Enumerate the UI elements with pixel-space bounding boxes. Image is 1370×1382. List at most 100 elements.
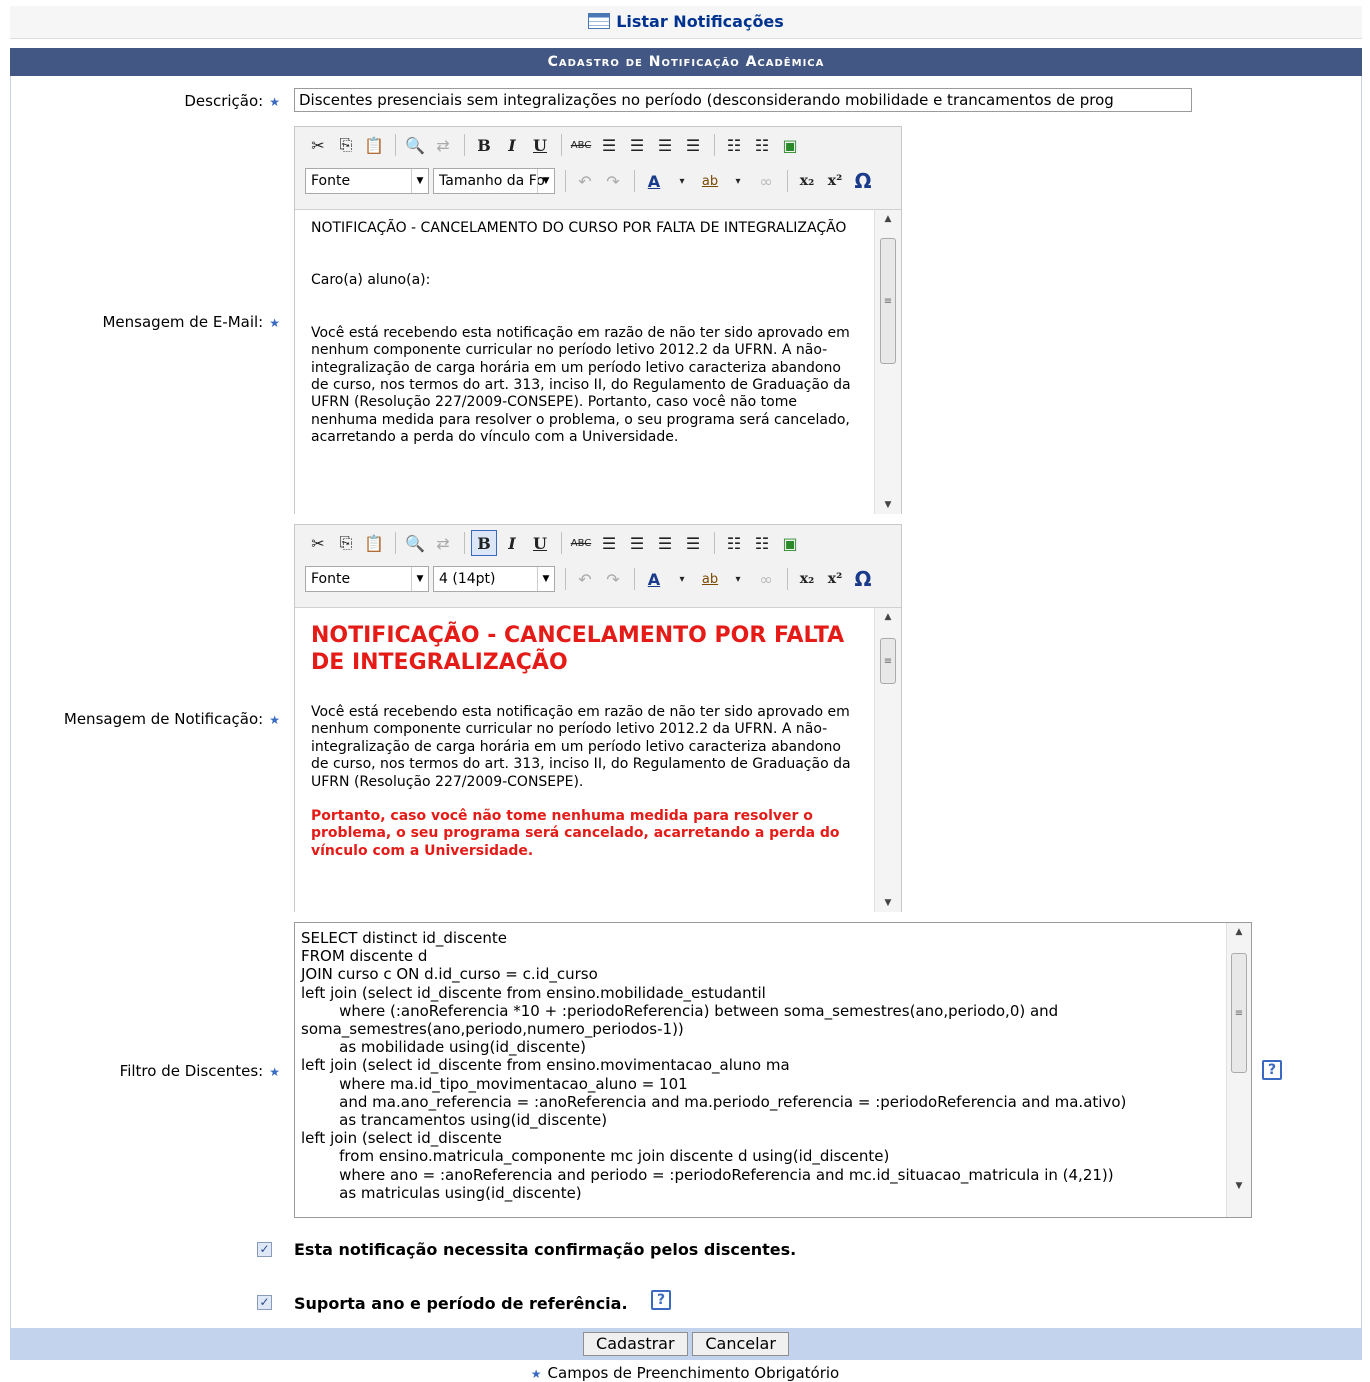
superscript-icon[interactable]: x² bbox=[822, 566, 848, 592]
align-center-icon[interactable]: ☰ bbox=[624, 132, 650, 158]
cut-icon[interactable]: ✂ bbox=[305, 530, 331, 556]
paste-icon[interactable]: 📋 bbox=[361, 530, 387, 556]
strikethrough-icon[interactable]: ABC bbox=[568, 530, 594, 556]
email-greeting: Caro(a) aluno(a): bbox=[311, 272, 431, 289]
link-icon[interactable]: ∞ bbox=[753, 566, 779, 592]
notification-message-label: Mensagem de Notificação: ★ bbox=[63, 710, 280, 728]
notification-body-text: NOTIFICAÇÃO - CANCELAMENTO POR FALTA DE … bbox=[311, 622, 859, 860]
form-caption: Cadastro de Notificação Acadêmica bbox=[10, 48, 1362, 76]
special-char-icon[interactable]: Ω bbox=[850, 566, 876, 592]
underline-icon[interactable]: U bbox=[527, 132, 553, 158]
dropdown-arrow-icon[interactable]: ▾ bbox=[725, 566, 751, 592]
numbered-list-icon[interactable]: ☷ bbox=[749, 530, 775, 556]
bold-icon[interactable]: B bbox=[471, 530, 497, 556]
email-body-text: NOTIFICAÇÃO - CANCELAMENTO DO CURSO POR … bbox=[311, 220, 859, 447]
required-star-icon: ★ bbox=[530, 1367, 542, 1381]
toolbar-separator bbox=[787, 170, 788, 192]
dropdown-arrow-icon[interactable]: ▾ bbox=[725, 168, 751, 194]
scroll-down-icon[interactable]: ▼ bbox=[875, 496, 901, 514]
email-editor: ✂ ⎘ 📋 🔍 ⇄ B I U ABC ☰ ☰ ☰ ☰ ☷ ☷ ▣ Fonte ▼… bbox=[294, 126, 902, 514]
toolbar-separator bbox=[787, 568, 788, 590]
notification-editor-content[interactable]: NOTIFICAÇÃO - CANCELAMENTO POR FALTA DE … bbox=[295, 607, 901, 912]
toolbar-separator bbox=[561, 134, 562, 156]
align-left-icon[interactable]: ☰ bbox=[596, 132, 622, 158]
vertical-scrollbar[interactable]: ▲ ≡ ▼ bbox=[874, 210, 901, 514]
undo-icon[interactable]: ↶ bbox=[572, 168, 598, 194]
scroll-down-icon[interactable]: ▼ bbox=[1227, 1177, 1251, 1195]
copy-icon[interactable]: ⎘ bbox=[333, 132, 359, 158]
font-size-select[interactable]: Tamanho da Fo ▼ bbox=[433, 168, 555, 194]
cut-icon[interactable]: ✂ bbox=[305, 132, 331, 158]
align-justify-icon[interactable]: ☰ bbox=[680, 132, 706, 158]
reference-period-checkbox[interactable]: ✓ bbox=[257, 1295, 272, 1310]
bullet-list-icon[interactable]: ☷ bbox=[721, 530, 747, 556]
redo-icon[interactable]: ↷ bbox=[600, 566, 626, 592]
align-center-icon[interactable]: ☰ bbox=[624, 530, 650, 556]
font-color-icon[interactable]: A bbox=[641, 168, 667, 194]
reference-period-checkbox-label: Suporta ano e período de referência. bbox=[294, 1294, 628, 1313]
redo-icon[interactable]: ↷ bbox=[600, 168, 626, 194]
notification-title: NOTIFICAÇÃO - CANCELAMENTO POR FALTA DE … bbox=[311, 623, 845, 675]
scroll-thumb[interactable]: ≡ bbox=[880, 638, 896, 684]
description-input[interactable]: Discentes presenciais sem integralizaçõe… bbox=[294, 88, 1192, 112]
submit-button[interactable]: Cadastrar bbox=[583, 1332, 688, 1356]
image-icon[interactable]: ▣ bbox=[777, 530, 803, 556]
list-notifications-link[interactable]: Listar Notificações bbox=[588, 12, 784, 31]
scroll-thumb[interactable]: ≡ bbox=[880, 238, 896, 364]
special-char-icon[interactable]: Ω bbox=[850, 168, 876, 194]
scroll-up-icon[interactable]: ▲ bbox=[1227, 923, 1251, 941]
italic-icon[interactable]: I bbox=[499, 530, 525, 556]
subscript-icon[interactable]: x₂ bbox=[794, 168, 820, 194]
align-right-icon[interactable]: ☰ bbox=[652, 530, 678, 556]
student-filter-textarea[interactable]: SELECT distinct id_discente FROM discent… bbox=[294, 922, 1252, 1218]
subscript-icon[interactable]: x₂ bbox=[794, 566, 820, 592]
find-icon[interactable]: 🔍 bbox=[402, 132, 428, 158]
toolbar-separator bbox=[464, 532, 465, 554]
bullet-list-icon[interactable]: ☷ bbox=[721, 132, 747, 158]
notification-body: Você está recebendo esta notificação em … bbox=[311, 704, 851, 790]
copy-icon[interactable]: ⎘ bbox=[333, 530, 359, 556]
editor-toolbar-row-1: ✂ ⎘ 📋 🔍 ⇄ B I U ABC ☰ ☰ ☰ ☰ ☷ ☷ ▣ bbox=[295, 525, 901, 561]
font-select[interactable]: Fonte ▼ bbox=[305, 566, 429, 592]
scroll-down-icon[interactable]: ▼ bbox=[875, 894, 901, 912]
font-select[interactable]: Fonte ▼ bbox=[305, 168, 429, 194]
superscript-icon[interactable]: x² bbox=[822, 168, 848, 194]
vertical-scrollbar[interactable]: ▲ ≡ ▼ bbox=[874, 608, 901, 912]
cancel-button[interactable]: Cancelar bbox=[692, 1332, 789, 1356]
paste-icon[interactable]: 📋 bbox=[361, 132, 387, 158]
align-right-icon[interactable]: ☰ bbox=[652, 132, 678, 158]
bold-icon[interactable]: B bbox=[471, 132, 497, 158]
required-fields-note: ★ Campos de Preenchimento Obrigatório bbox=[530, 1364, 840, 1382]
dropdown-arrow-icon[interactable]: ▾ bbox=[669, 168, 695, 194]
font-size-select[interactable]: 4 (14pt) ▼ bbox=[433, 566, 555, 592]
align-justify-icon[interactable]: ☰ bbox=[680, 530, 706, 556]
italic-icon[interactable]: I bbox=[499, 132, 525, 158]
scroll-up-icon[interactable]: ▲ bbox=[875, 210, 901, 228]
align-left-icon[interactable]: ☰ bbox=[596, 530, 622, 556]
replace-icon[interactable]: ⇄ bbox=[430, 530, 456, 556]
scroll-thumb[interactable]: ≡ bbox=[1231, 953, 1247, 1073]
underline-icon[interactable]: U bbox=[527, 530, 553, 556]
numbered-list-icon[interactable]: ☷ bbox=[749, 132, 775, 158]
scroll-up-icon[interactable]: ▲ bbox=[875, 608, 901, 626]
help-icon[interactable]: ? bbox=[1262, 1060, 1282, 1080]
image-icon[interactable]: ▣ bbox=[777, 132, 803, 158]
font-color-icon[interactable]: A bbox=[641, 566, 667, 592]
toolbar-separator bbox=[634, 568, 635, 590]
find-icon[interactable]: 🔍 bbox=[402, 530, 428, 556]
notification-editor: ✂ ⎘ 📋 🔍 ⇄ B I U ABC ☰ ☰ ☰ ☰ ☷ ☷ ▣ Fonte ▼… bbox=[294, 524, 902, 912]
help-icon[interactable]: ? bbox=[651, 1290, 671, 1310]
vertical-scrollbar[interactable]: ▲ ≡ ▼ bbox=[1226, 923, 1251, 1217]
highlight-color-icon[interactable]: ab bbox=[697, 168, 723, 194]
highlight-color-icon[interactable]: ab bbox=[697, 566, 723, 592]
strikethrough-icon[interactable]: ABC bbox=[568, 132, 594, 158]
undo-icon[interactable]: ↶ bbox=[572, 566, 598, 592]
replace-icon[interactable]: ⇄ bbox=[430, 132, 456, 158]
link-icon[interactable]: ∞ bbox=[753, 168, 779, 194]
toolbar-separator bbox=[565, 568, 566, 590]
dropdown-arrow-icon[interactable]: ▾ bbox=[669, 566, 695, 592]
email-editor-content[interactable]: NOTIFICAÇÃO - CANCELAMENTO DO CURSO POR … bbox=[295, 209, 901, 514]
confirmation-checkbox[interactable]: ✓ bbox=[257, 1242, 272, 1257]
required-star-icon: ★ bbox=[269, 713, 280, 727]
email-body: Você está recebendo esta notificação em … bbox=[311, 324, 851, 446]
